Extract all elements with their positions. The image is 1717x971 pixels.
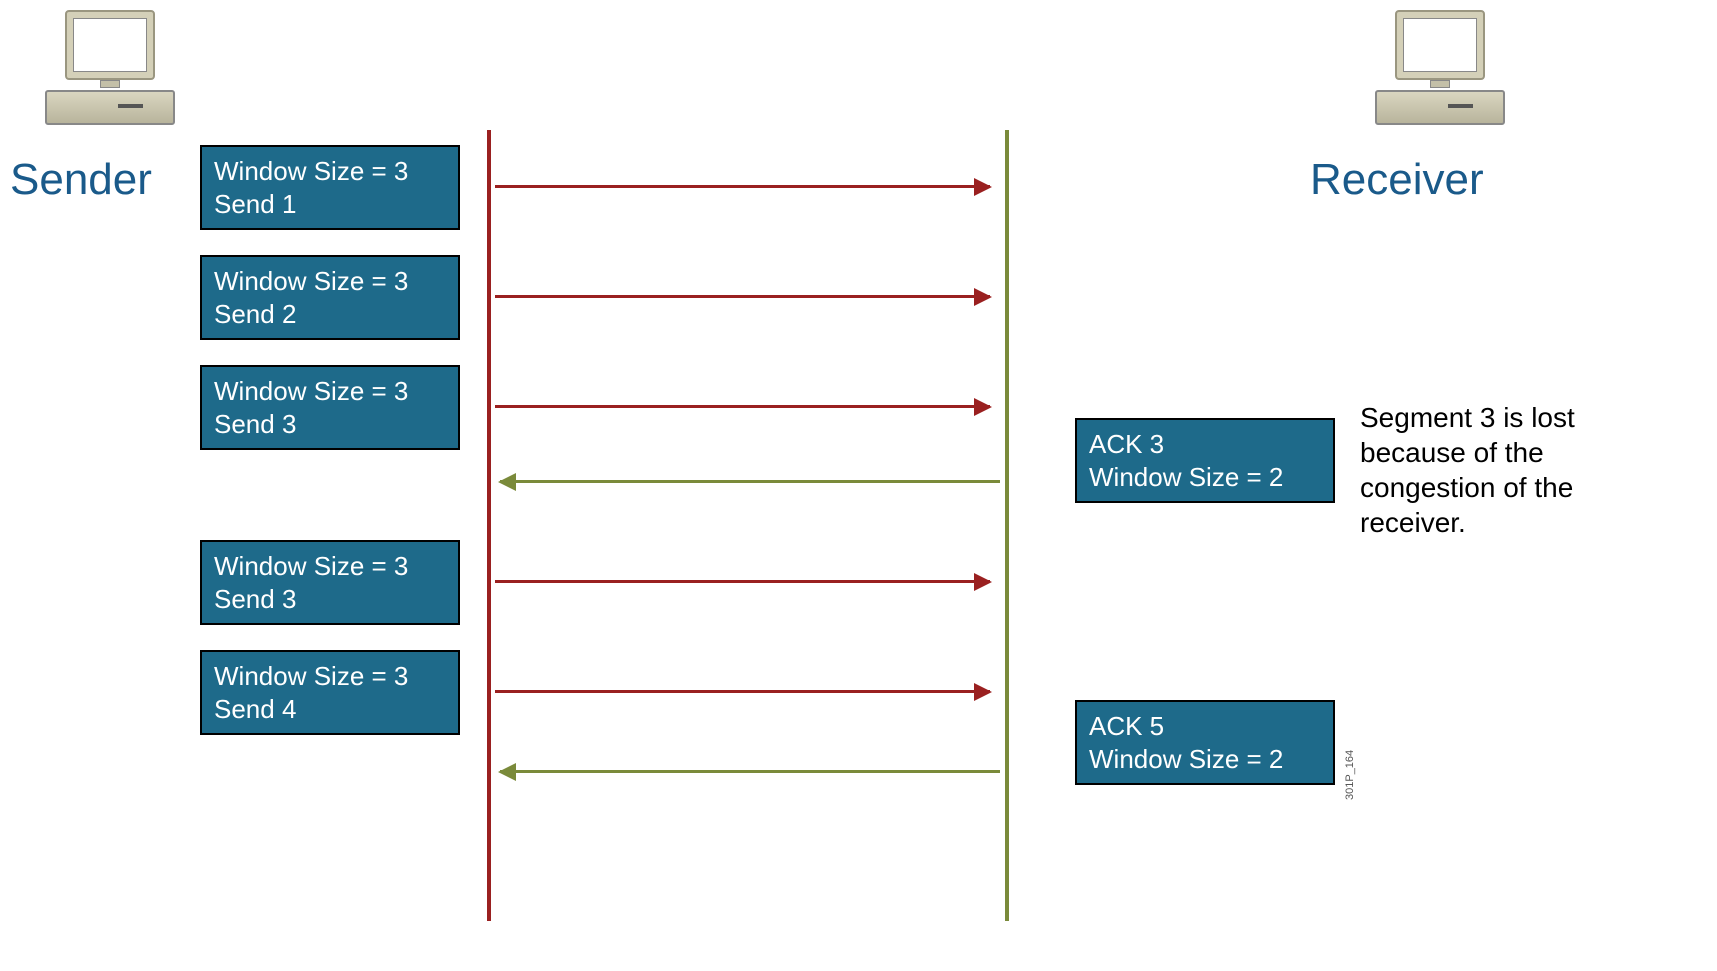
annotation-segment-lost: Segment 3 is lost because of the congest… xyxy=(1360,400,1660,540)
sender-box-4-line2: Send 3 xyxy=(214,583,446,616)
sender-box-4-line1: Window Size = 3 xyxy=(214,550,446,583)
arrow-send-2 xyxy=(495,295,990,298)
sender-lifeline xyxy=(487,130,491,921)
arrow-ack-5 xyxy=(500,770,1000,773)
arrow-send-4 xyxy=(495,690,990,693)
arrow-send-3 xyxy=(495,405,990,408)
sender-computer-icon xyxy=(40,10,180,130)
sender-box-2: Window Size = 3 Send 2 xyxy=(200,255,460,340)
arrow-ack-3 xyxy=(500,480,1000,483)
receiver-box-1-line1: ACK 3 xyxy=(1089,428,1321,461)
receiver-box-2: ACK 5 Window Size = 2 xyxy=(1075,700,1335,785)
sender-box-4: Window Size = 3 Send 3 xyxy=(200,540,460,625)
sender-box-2-line1: Window Size = 3 xyxy=(214,265,446,298)
receiver-computer-icon xyxy=(1370,10,1510,130)
sender-box-2-line2: Send 2 xyxy=(214,298,446,331)
receiver-label: Receiver xyxy=(1310,155,1484,205)
sender-label: Sender xyxy=(10,155,152,205)
receiver-box-1: ACK 3 Window Size = 2 xyxy=(1075,418,1335,503)
sender-box-3: Window Size = 3 Send 3 xyxy=(200,365,460,450)
image-code: 301P_164 xyxy=(1344,750,1356,800)
receiver-box-2-line1: ACK 5 xyxy=(1089,710,1321,743)
receiver-box-1-line2: Window Size = 2 xyxy=(1089,461,1321,494)
sender-box-5-line2: Send 4 xyxy=(214,693,446,726)
sender-box-5-line1: Window Size = 3 xyxy=(214,660,446,693)
sender-box-3-line2: Send 3 xyxy=(214,408,446,441)
receiver-lifeline xyxy=(1005,130,1009,921)
receiver-box-2-line2: Window Size = 2 xyxy=(1089,743,1321,776)
sender-box-1-line2: Send 1 xyxy=(214,188,446,221)
sender-box-3-line1: Window Size = 3 xyxy=(214,375,446,408)
arrow-send-1 xyxy=(495,185,990,188)
sender-box-1: Window Size = 3 Send 1 xyxy=(200,145,460,230)
sender-box-1-line1: Window Size = 3 xyxy=(214,155,446,188)
sender-box-5: Window Size = 3 Send 4 xyxy=(200,650,460,735)
arrow-send-3b xyxy=(495,580,990,583)
